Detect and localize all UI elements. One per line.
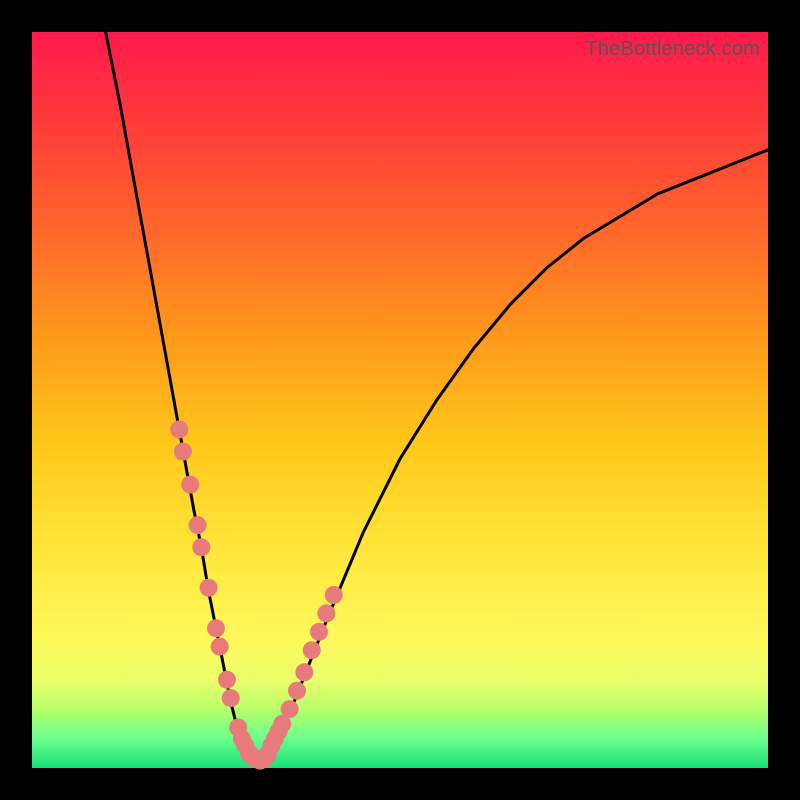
bottleneck-curve (106, 32, 768, 761)
data-point (303, 641, 321, 659)
data-point (310, 623, 328, 641)
data-point (174, 443, 192, 461)
data-point (170, 420, 188, 438)
data-point (181, 476, 199, 494)
data-point (192, 538, 210, 556)
data-point (211, 638, 229, 656)
data-point (317, 604, 335, 622)
data-point (189, 516, 207, 534)
data-point (281, 700, 299, 718)
data-point (222, 689, 240, 707)
data-point (295, 663, 313, 681)
marker-dots (170, 420, 343, 769)
chart-frame: TheBottleneck.com (0, 0, 800, 800)
data-point (207, 619, 225, 637)
data-point (200, 579, 218, 597)
curve-svg (32, 32, 768, 768)
data-point (218, 671, 236, 689)
data-point (325, 586, 343, 604)
plot-area: TheBottleneck.com (32, 32, 768, 768)
data-point (288, 682, 306, 700)
